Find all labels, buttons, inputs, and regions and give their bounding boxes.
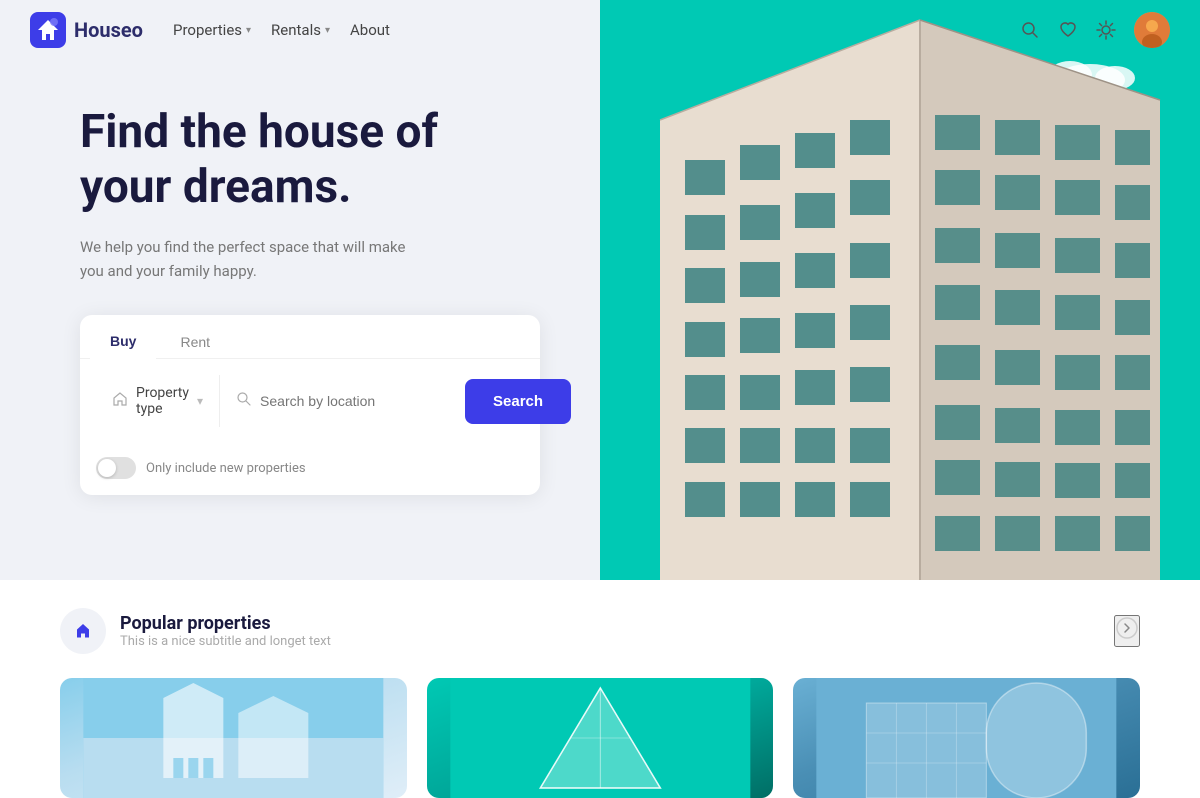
search-icon-button[interactable] bbox=[1020, 20, 1040, 40]
navbar-left: Houseo Properties ▾ Rentals ▾ About bbox=[30, 12, 390, 48]
navbar-right bbox=[1020, 12, 1170, 48]
section-arrow-button[interactable] bbox=[1114, 615, 1140, 647]
search-fields: Property type ▾ Search bbox=[80, 359, 540, 443]
chevron-down-icon: ▾ bbox=[197, 394, 203, 408]
right-panel bbox=[600, 0, 1200, 580]
nav-links: Properties ▾ Rentals ▾ About bbox=[173, 21, 390, 39]
property-card-image-1 bbox=[60, 678, 407, 798]
section-header: Popular properties This is a nice subtit… bbox=[60, 608, 1140, 654]
search-tabs: Buy Rent bbox=[80, 315, 540, 359]
theme-toggle-button[interactable] bbox=[1096, 20, 1116, 40]
property-card-3[interactable] bbox=[793, 678, 1140, 798]
nav-about[interactable]: About bbox=[350, 21, 390, 39]
avatar-image bbox=[1134, 12, 1170, 48]
tab-buy[interactable]: Buy bbox=[90, 325, 156, 359]
tab-rent[interactable]: Rent bbox=[160, 325, 230, 358]
location-search-icon bbox=[236, 391, 252, 411]
navbar: Houseo Properties ▾ Rentals ▾ About bbox=[0, 0, 1200, 60]
location-input[interactable] bbox=[260, 393, 441, 409]
hero-title: Find the house of your dreams. bbox=[80, 105, 540, 215]
nav-rentals[interactable]: Rentals ▾ bbox=[271, 21, 330, 39]
popular-properties-icon bbox=[60, 608, 106, 654]
search-icon bbox=[1020, 20, 1040, 40]
heart-icon bbox=[1058, 20, 1078, 40]
heart-icon-button[interactable] bbox=[1058, 20, 1078, 40]
property-card-image-2 bbox=[427, 678, 774, 798]
left-panel: Find the house of your dreams. We help y… bbox=[0, 0, 600, 580]
nav-properties[interactable]: Properties ▾ bbox=[173, 21, 251, 39]
toggle-row: Only include new properties bbox=[80, 443, 540, 495]
new-properties-toggle[interactable] bbox=[96, 457, 136, 479]
logo[interactable]: Houseo bbox=[30, 12, 143, 48]
search-button[interactable]: Search bbox=[465, 379, 571, 424]
avatar[interactable] bbox=[1134, 12, 1170, 48]
building-image bbox=[600, 0, 1200, 580]
section-subtitle: This is a nice subtitle and longet text bbox=[120, 634, 331, 649]
property-type-label: Property type bbox=[136, 385, 189, 417]
property-cards bbox=[60, 678, 1140, 798]
logo-icon bbox=[30, 12, 66, 48]
property-card-1[interactable] bbox=[60, 678, 407, 798]
section-title: Popular properties bbox=[120, 613, 331, 634]
hero-subtitle: We help you find the perfect space that … bbox=[80, 235, 420, 283]
split-layout: Find the house of your dreams. We help y… bbox=[0, 0, 1200, 580]
sun-icon bbox=[1096, 20, 1116, 40]
section-title-group: Popular properties This is a nice subtit… bbox=[120, 613, 331, 649]
search-box: Buy Rent Property type ▾ bbox=[80, 315, 540, 495]
location-field bbox=[220, 381, 457, 421]
logo-text: Houseo bbox=[74, 18, 143, 42]
chevron-down-icon: ▾ bbox=[246, 25, 251, 36]
home-icon bbox=[112, 391, 128, 411]
toggle-label: Only include new properties bbox=[146, 461, 306, 476]
property-type-dropdown[interactable]: Property type ▾ bbox=[96, 375, 220, 427]
property-card-image-3 bbox=[793, 678, 1140, 798]
bottom-section: Popular properties This is a nice subtit… bbox=[0, 580, 1200, 798]
property-card-2[interactable] bbox=[427, 678, 774, 798]
arrow-right-icon bbox=[1116, 617, 1138, 639]
chevron-down-icon: ▾ bbox=[325, 25, 330, 36]
section-header-left: Popular properties This is a nice subtit… bbox=[60, 608, 331, 654]
